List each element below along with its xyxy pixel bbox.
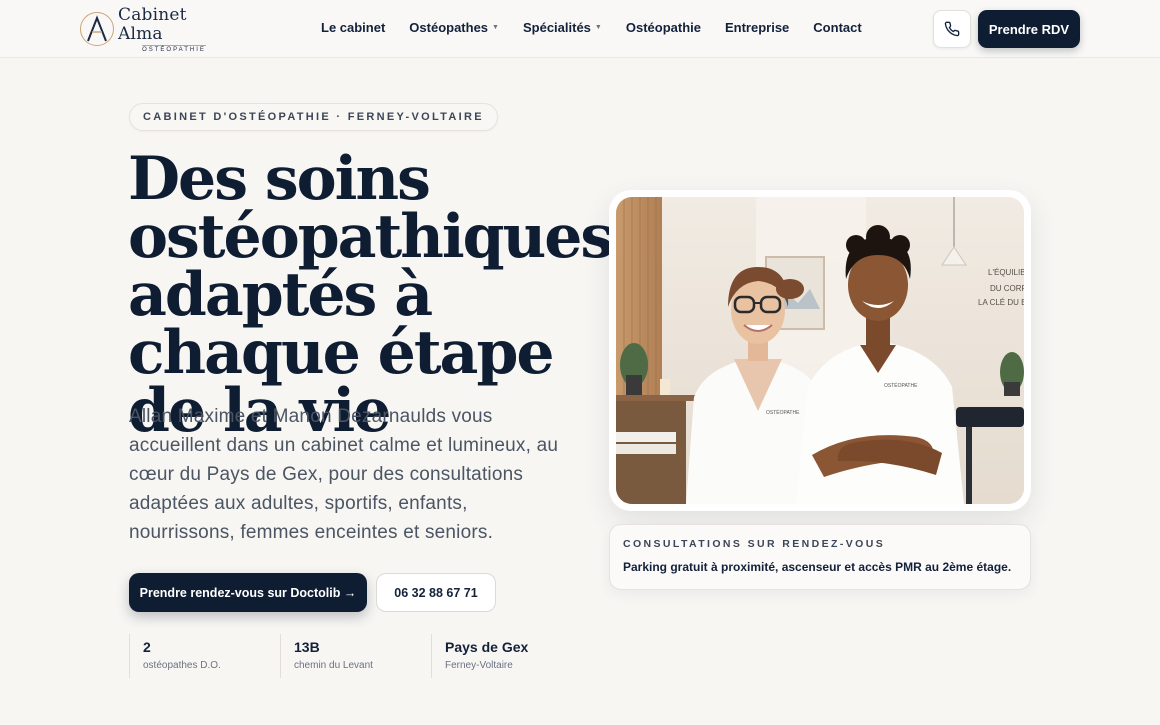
wall-text-1: L'ÉQUILIB [988, 268, 1024, 277]
nav-osteopathie[interactable]: Ostéopathie [626, 20, 701, 35]
phone-button[interactable] [933, 10, 971, 48]
nav-label: Entreprise [724, 20, 790, 35]
wall-text-3: LA CLÉ DU B [978, 298, 1024, 307]
shirt-text-1: OSTÉOPATHE [766, 409, 800, 416]
logo-subtitle: OSTÉOPATHIE [142, 44, 206, 53]
nav-osteopathes[interactable]: Ostéopathes ▼ [409, 20, 499, 35]
nav-label: Ostéopathes [409, 20, 489, 35]
caret-down-icon: ▼ [492, 24, 499, 31]
nav-specialites[interactable]: Spécialités ▼ [523, 20, 602, 35]
site-header: Cabinet Alma OSTÉOPATHIE Le cabinet Osté… [0, 0, 1160, 58]
stat-value: 2 [143, 639, 151, 655]
logo-name: Cabinet Alma [118, 4, 187, 44]
stats-row: 2 ostéopathes D.O. 13B chemin du Levant … [129, 634, 582, 678]
shirt-text-2: OSTÉOPATHE [884, 382, 918, 389]
photo-illustration: L'ÉQUILIB DU CORP LA CLÉ DU B OSTÉOPATHE [616, 197, 1024, 504]
stat-osteopathes: 2 ostéopathes D.O. [129, 634, 280, 678]
wall-text-2: DU CORP [990, 284, 1024, 293]
info-card-kicker: CONSULTATIONS SUR RENDEZ-VOUS [623, 538, 886, 550]
nav-label: Contact [813, 20, 862, 35]
nav-label: Le cabinet [321, 20, 386, 35]
stat-value: Pays de Gex [445, 639, 529, 655]
stat-region: Pays de Gex Ferney-Voltaire [431, 634, 582, 678]
osteopaths-photo: L'ÉQUILIB DU CORP LA CLÉ DU B OSTÉOPATHE [616, 197, 1024, 504]
nav-label: Spécialités [522, 20, 591, 35]
nav-label: Ostéopathie [625, 20, 701, 35]
prendre-rdv-button[interactable]: Prendre RDV [978, 10, 1080, 48]
location-badge: CABINET D'OSTÉOPATHIE · FERNEY-VOLTAIRE [129, 103, 498, 131]
stat-address: 13B chemin du Levant [280, 634, 431, 678]
main-nav: Le cabinet Ostéopathes ▼ Spécialités ▼ Ost… [321, 20, 886, 35]
phone-icon [944, 21, 960, 37]
stat-value: 13B [294, 639, 320, 655]
logo[interactable]: Cabinet Alma OSTÉOPATHIE [80, 5, 230, 53]
phone-number-button[interactable]: 06 32 88 67 71 [376, 573, 496, 612]
info-card-text: Parking gratuit à proximité, ascenseur e… [623, 560, 1012, 574]
hero-title: Des soins ostéopathiques adaptés à chaqu… [128, 144, 614, 446]
stat-label: Ferney-Voltaire [445, 660, 513, 671]
nav-contact[interactable]: Contact [813, 20, 861, 35]
doctolib-button[interactable]: Prendre rendez-vous sur Doctolib → [129, 573, 367, 612]
logo-mark-icon [80, 12, 114, 46]
stat-label: ostéopathes D.O. [143, 660, 221, 671]
info-card: CONSULTATIONS SUR RENDEZ-VOUS Parking gr… [609, 524, 1031, 590]
caret-down-icon: ▼ [594, 24, 602, 31]
stat-label: chemin du Levant [294, 660, 373, 671]
hero-photo-card: L'ÉQUILIB DU CORP LA CLÉ DU B OSTÉOPATHE [609, 190, 1031, 511]
nav-entreprise[interactable]: Entreprise [725, 20, 789, 35]
hero-lead: Allan Maxime et Manon Dezarnaulds vous a… [129, 406, 559, 543]
nav-le-cabinet[interactable]: Le cabinet [321, 20, 385, 35]
